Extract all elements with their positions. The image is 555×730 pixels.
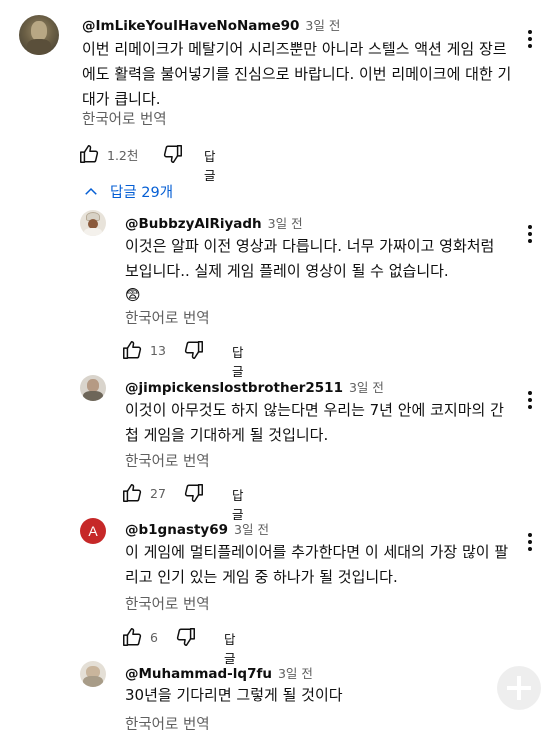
comment-author[interactable]: @ImLikeYouIHaveNoName90: [82, 18, 299, 34]
comment-text: 이것은 알파 이전 영상과 다릅니다. 너무 가짜이고 영화처럼 보입니다.. …: [125, 237, 495, 280]
avatar[interactable]: [80, 375, 106, 401]
reply-item: @jimpickenslostbrother2511 3일 전 이것이 아무것도 …: [0, 368, 555, 522]
thumbs-down-icon[interactable]: [162, 143, 184, 165]
reply-item: @Muhammad-lq7fu 3일 전 30년을 기다리면 그렇게 될 것이다 …: [0, 652, 555, 730]
comment-author[interactable]: @Muhammad-lq7fu: [125, 666, 272, 682]
comment-text: 이것이 아무것도 하지 않는다면 우리는 7년 안에 코지마의 간첩 게임을 기…: [125, 401, 504, 444]
comment-header: @b1gnasty69 3일 전: [125, 519, 269, 538]
avatar[interactable]: A: [80, 518, 106, 544]
top-comment: @ImLikeYouIHaveNoName90 3일 전 이번 리메이크가 메탈기…: [0, 0, 555, 183]
thumbs-up-icon[interactable]: [121, 482, 143, 504]
reply-item: @BubbzyAlRiyadh 3일 전 이것은 알파 이전 영상과 다릅니다. …: [0, 205, 555, 379]
reply-button[interactable]: 답글: [204, 146, 216, 184]
comment-text: 30년을 기다리면 그렇게 될 것이다: [125, 686, 343, 704]
comment-author[interactable]: @BubbzyAlRiyadh: [125, 216, 262, 232]
comment-actions: 1.2천 답글: [78, 142, 216, 183]
translate-link[interactable]: 한국어로 번역: [125, 713, 210, 730]
like-count: 1.2천: [107, 147, 139, 163]
like-count: 13: [150, 342, 166, 358]
comment-header: @BubbzyAlRiyadh 3일 전: [125, 213, 303, 232]
thumbs-down-icon[interactable]: [183, 482, 205, 504]
translate-link[interactable]: 한국어로 번역: [125, 450, 210, 471]
thumbs-up-icon[interactable]: [78, 143, 100, 165]
comment-time[interactable]: 3일 전: [305, 18, 340, 33]
thumbs-up-icon[interactable]: [121, 339, 143, 361]
comment-emoji: 😨: [125, 286, 141, 304]
comment-actions: 6 답글: [121, 625, 236, 666]
comment-time[interactable]: 3일 전: [234, 522, 269, 537]
more-vert-icon[interactable]: [525, 530, 535, 554]
replies-toggle[interactable]: 답글 29개: [82, 181, 173, 202]
chevron-up-icon: [85, 187, 97, 195]
comment-time[interactable]: 3일 전: [268, 216, 303, 231]
comment-actions: 13 답글: [121, 338, 244, 379]
replies-count-label: 답글 29개: [110, 185, 174, 201]
comment-text: 이 게임에 멀티플레이어를 추가한다면 이 세대의 가장 많이 팔리고 인기 있…: [125, 543, 509, 586]
comment-header: @jimpickenslostbrother2511 3일 전: [125, 377, 384, 396]
translate-link[interactable]: 한국어로 번역: [82, 108, 167, 129]
comment-actions: 27 답글: [121, 481, 244, 522]
watermark-logo: [497, 666, 541, 710]
comment-author[interactable]: @jimpickenslostbrother2511: [125, 380, 343, 396]
comment-header: @Muhammad-lq7fu 3일 전: [125, 663, 313, 682]
thumbs-down-icon[interactable]: [183, 339, 205, 361]
comment-header: @ImLikeYouIHaveNoName90 3일 전: [82, 15, 340, 34]
comment-author[interactable]: @b1gnasty69: [125, 522, 228, 538]
like-count: 27: [150, 485, 166, 501]
thumbs-up-icon[interactable]: [121, 626, 143, 648]
comment-time[interactable]: 3일 전: [349, 380, 384, 395]
avatar[interactable]: [80, 210, 106, 236]
thumbs-down-icon[interactable]: [175, 626, 197, 648]
reply-item: A @b1gnasty69 3일 전 이 게임에 멀티플레이어를 추가한다면 이 …: [0, 510, 555, 666]
more-vert-icon[interactable]: [525, 27, 535, 51]
translate-link[interactable]: 한국어로 번역: [125, 593, 210, 614]
avatar[interactable]: [80, 661, 106, 687]
like-count: 6: [150, 629, 158, 645]
comment-time[interactable]: 3일 전: [278, 666, 313, 681]
translate-link[interactable]: 한국어로 번역: [125, 307, 210, 328]
avatar[interactable]: [19, 15, 59, 55]
comment-text: 이번 리메이크가 메탈기어 시리즈뿐만 아니라 스텔스 액션 게임 장르에도 활…: [82, 40, 512, 108]
more-vert-icon[interactable]: [525, 388, 535, 412]
more-vert-icon[interactable]: [525, 222, 535, 246]
avatar-letter: A: [88, 523, 98, 539]
